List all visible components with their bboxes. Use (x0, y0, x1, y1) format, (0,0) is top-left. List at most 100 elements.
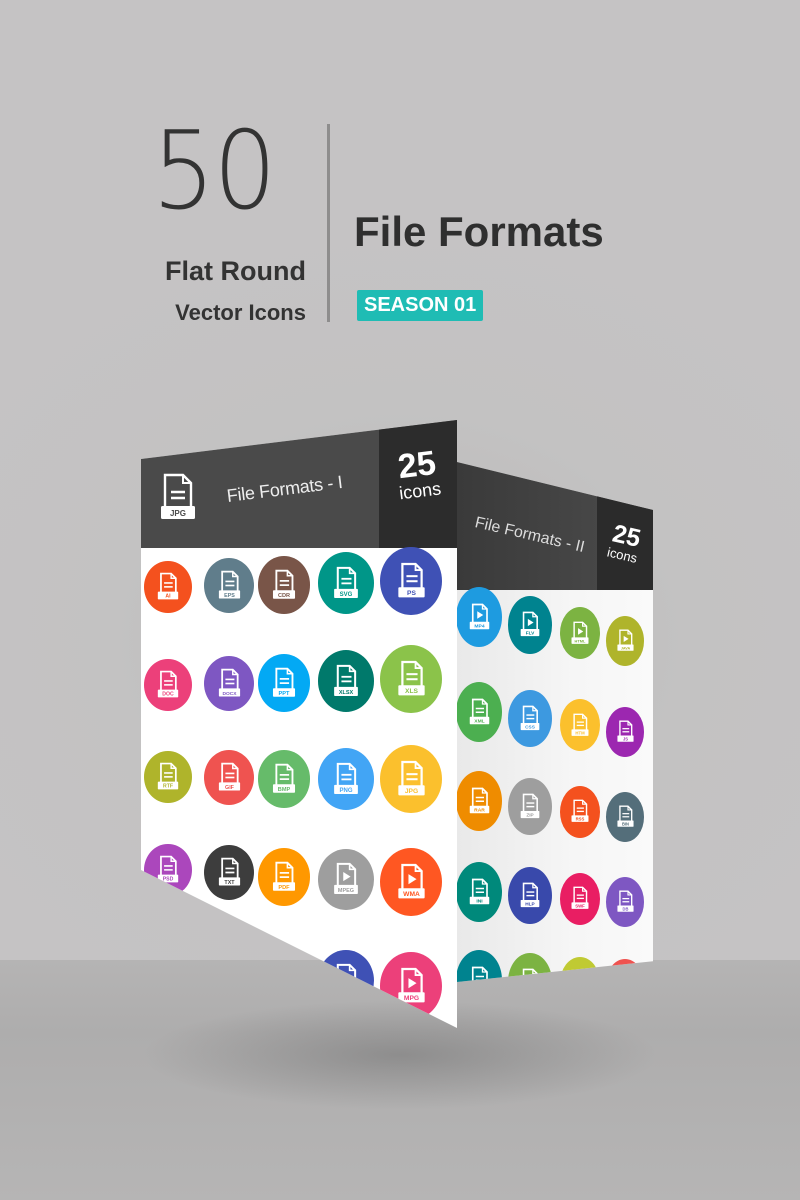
icon-wma: WMA (380, 847, 442, 917)
icon-docx: DOCX (204, 655, 254, 711)
document-file-icon: EPS (218, 570, 240, 598)
document-file-icon: BIN (616, 805, 634, 827)
document-file-icon: HLP (520, 882, 540, 907)
file-format-label: XLSX (339, 690, 354, 696)
panel-file-formats-1: JPG File Formats - I 25 icons AI EPS CDR SV… (141, 420, 457, 1028)
file-format-label: PDF (278, 885, 290, 891)
icon-zip: ZIP (508, 777, 552, 835)
file-format-label: WMA (403, 891, 420, 898)
media-file-icon: HTML (571, 621, 589, 644)
icon-jpg: JPG (380, 744, 442, 814)
document-file-icon: ZIP (520, 793, 540, 818)
document-file-icon: PPT (272, 667, 296, 697)
icon-xls: XLS (380, 644, 442, 714)
icon-rar: RAR (457, 771, 502, 831)
icon-count-number: 50 (152, 109, 277, 234)
icon-rss: RSS (560, 785, 600, 838)
file-format-label: DOCX (222, 690, 237, 696)
season-badge: SEASON 01 (357, 290, 484, 321)
document-file-icon: CSS (520, 705, 540, 731)
file-format-label: PSD (163, 877, 174, 883)
icon-ai: AI (144, 560, 192, 614)
style-line-2: Vector Icons (175, 300, 306, 325)
icon-psd: PSD (144, 843, 192, 897)
media-file-icon: WMA (397, 863, 425, 899)
media-file-icon: MP4 (469, 603, 489, 629)
icon-bmp: BMP (258, 750, 310, 808)
media-file-icon: FLV (520, 611, 540, 637)
file-format-label: INI (476, 898, 483, 904)
file-format-label: JPG (404, 788, 417, 795)
icon-ini: INI (457, 862, 502, 922)
header-divider (327, 124, 330, 322)
document-file-icon: XML (469, 698, 489, 724)
icon-flv: FLV (508, 596, 552, 654)
file-format-label: MPG (403, 995, 418, 1002)
document-file-icon: RSS (571, 799, 589, 823)
document-file-icon: DOC (157, 670, 179, 698)
file-format-label: SVG (340, 592, 353, 598)
icon-gif: GIF (204, 749, 254, 805)
file-format-label: XML (474, 718, 484, 724)
icon-mpeg: MPEG (318, 848, 374, 911)
style-line-1: Flat Round (165, 256, 306, 286)
file-format-label: XLS (405, 688, 419, 695)
file-format-label: EPS (224, 592, 235, 598)
file-format-label: PNG (339, 788, 352, 794)
icon-ppt: PPT (258, 654, 310, 712)
file-format-label: AI (165, 594, 171, 600)
file-format-label: RSS (576, 817, 585, 822)
file-format-label: BIN (621, 822, 628, 827)
document-file-icon: JS (616, 720, 634, 742)
icon-html: HTML (560, 607, 600, 659)
panel-file-formats-2: File Formats - II 25 icons MP4 FLV HTML JAV… (457, 462, 653, 982)
icon-hlp: HLP (508, 866, 552, 924)
icon-db: DB (606, 877, 644, 927)
file-format-label: TXT (224, 880, 235, 886)
icon-eps: EPS (204, 557, 254, 613)
icon-mp4: MP4 (457, 587, 502, 647)
icon-swf: SWF (560, 872, 600, 925)
icon-xlsx: XLSX (318, 650, 374, 712)
file-format-label: RTF (163, 784, 173, 790)
icon-css: CSS (508, 690, 552, 748)
document-file-icon: JPG (397, 760, 425, 796)
file-format-label: MPEG (338, 888, 354, 894)
icon-pdf: PDF (258, 848, 310, 906)
document-file-icon: PDF (272, 861, 296, 891)
document-file-icon: BMP (272, 763, 296, 793)
file-format-label: DB (622, 907, 628, 912)
panel-1-count: 25 icons (376, 443, 457, 504)
file-format-label: BMP (278, 787, 291, 793)
file-format-label: JS (623, 737, 628, 742)
svg-text:JPG: JPG (170, 509, 186, 518)
file-format-label: SWF (575, 904, 585, 909)
icon-txt: TXT (204, 845, 254, 900)
media-file-icon: MPEG (334, 862, 358, 895)
icon-cdr: CDR (258, 556, 310, 614)
icon-ps: PS (380, 546, 442, 616)
file-format-label: DOC (162, 692, 174, 698)
document-file-icon: DOCX (218, 668, 240, 696)
icon-doc: DOC (144, 658, 192, 712)
document-file-icon: PS (397, 562, 425, 598)
icon-png: PNG (318, 748, 374, 810)
file-format-label: FLV (526, 631, 535, 637)
brochure-shadow (140, 1000, 660, 1110)
file-format-label: CDR (278, 593, 290, 599)
document-file-icon: XLS (397, 660, 425, 696)
file-format-label: CSS (525, 725, 535, 731)
file-format-label: HTM (575, 730, 585, 735)
document-file-icon: SWF (571, 886, 589, 910)
icon-svg: SVG (318, 552, 374, 614)
document-file-icon: AI (157, 572, 179, 600)
document-file-icon: GIF (218, 762, 240, 790)
document-file-icon: SVG (334, 566, 358, 598)
document-file-icon: RTF (157, 762, 179, 790)
file-format-label: GIF (225, 784, 235, 790)
document-file-icon: PSD (157, 855, 179, 883)
icon-js: JS (606, 707, 644, 757)
jpg-file-icon: JPG (161, 473, 195, 519)
pack-title: File Formats (354, 208, 604, 255)
file-format-label: HTML (575, 638, 586, 643)
